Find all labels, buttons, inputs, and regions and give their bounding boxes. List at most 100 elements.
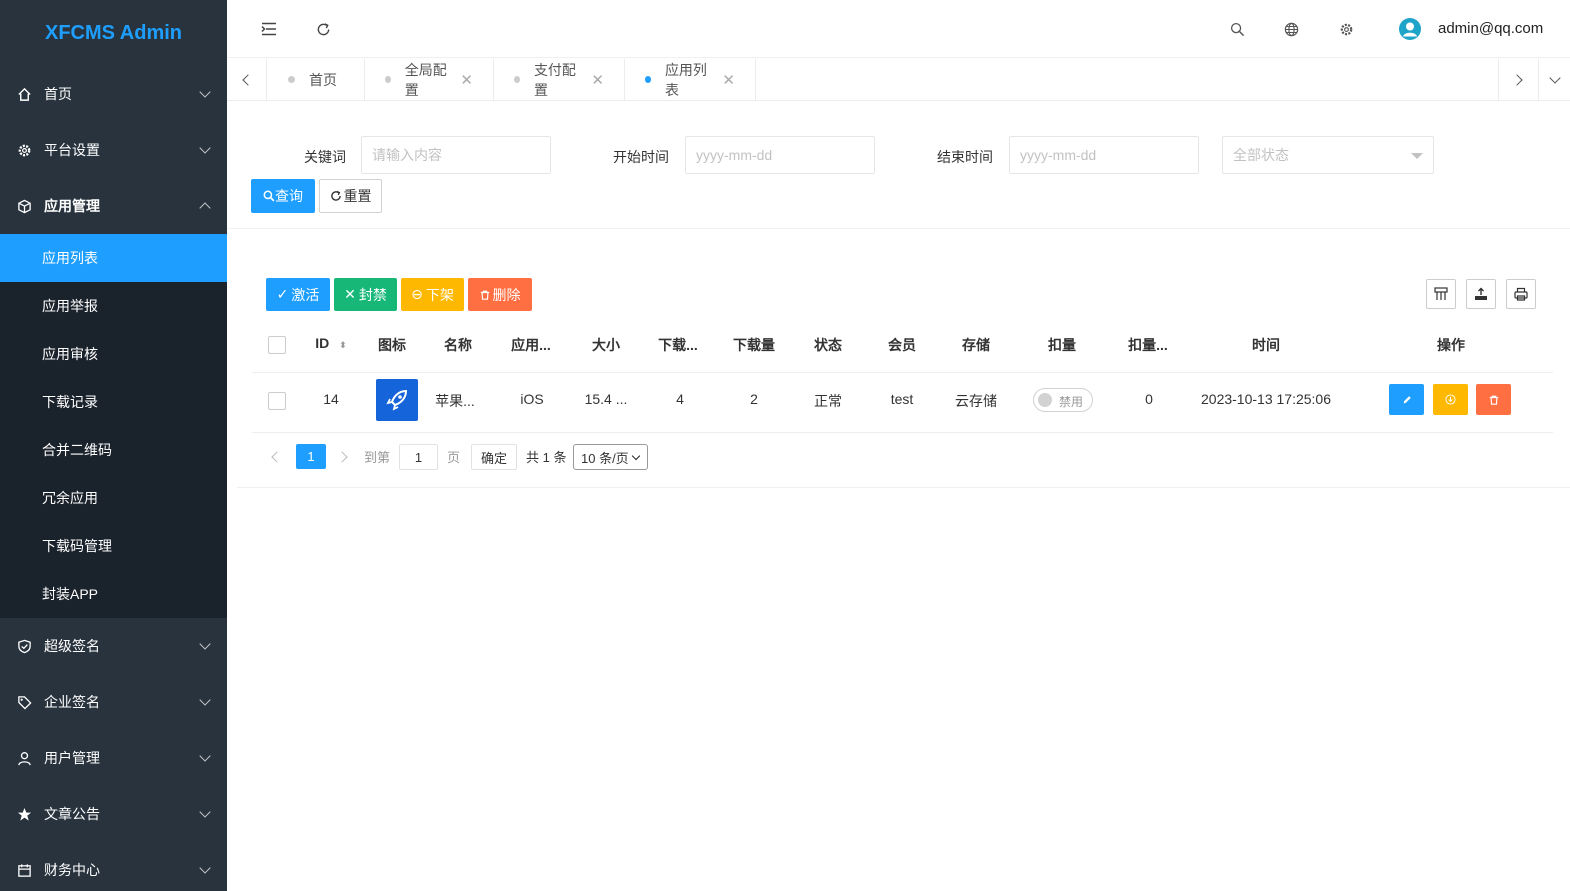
per-page-select[interactable]: 10 条/页 <box>573 444 648 470</box>
tag-icon <box>16 694 32 710</box>
sidebar-subitem-redundant-apps[interactable]: 冗余应用 <box>0 474 227 522</box>
sidebar-subitem-app-list[interactable]: 应用列表 <box>0 234 227 282</box>
sidebar-item-label: 首页 <box>44 86 72 102</box>
columns-filter-button[interactable] <box>1426 279 1456 309</box>
sidebar-item-enterprise-sign[interactable]: 企业签名 <box>0 674 227 730</box>
row-delete-button[interactable] <box>1476 384 1511 415</box>
status-select[interactable]: 全部状态 <box>1222 136 1434 174</box>
offline-button-label: 下架 <box>425 286 454 303</box>
avatar[interactable] <box>1399 18 1421 40</box>
gear-icon[interactable] <box>1336 19 1356 39</box>
keyword-input[interactable] <box>361 136 551 174</box>
start-date-input[interactable] <box>685 136 875 174</box>
sidebar-subitem-app-review[interactable]: 应用审核 <box>0 330 227 378</box>
per-page-value: 10 条/页 <box>581 450 629 466</box>
export-button[interactable] <box>1466 279 1496 309</box>
ban-button[interactable]: ✕ 封禁 <box>334 278 397 311</box>
chevron-down-icon <box>199 694 211 706</box>
tab-home[interactable]: 首页 <box>268 59 365 100</box>
cell-downloads: 2 <box>750 391 758 407</box>
cell-time: 2023-10-13 17:25:06 <box>1201 391 1331 407</box>
column-header-actions: 操作 <box>1437 337 1465 353</box>
chevron-down-icon <box>1548 71 1561 84</box>
globe-icon[interactable] <box>1281 19 1301 39</box>
tab-dot-icon <box>288 76 295 83</box>
select-all-checkbox[interactable] <box>268 336 286 354</box>
offline-button[interactable]: ⊖ 下架 <box>401 278 464 311</box>
sidebar-item-home[interactable]: 首页 <box>0 66 227 122</box>
sidebar-item-user-management[interactable]: 用户管理 <box>0 730 227 786</box>
goto-confirm-button[interactable]: 确定 <box>471 444 517 470</box>
gear-icon <box>16 142 32 158</box>
row-checkbox[interactable] <box>268 392 286 410</box>
end-time-label: 结束时间 <box>937 149 993 165</box>
sidebar-subitem-merge-qrcode[interactable]: 合并二维码 <box>0 426 227 474</box>
close-icon[interactable]: ✕ <box>460 71 473 89</box>
refresh-icon <box>330 190 341 201</box>
refresh-icon[interactable] <box>313 19 333 39</box>
tab-app-list[interactable]: 应用列表 ✕ <box>625 59 756 100</box>
sidebar-item-super-sign[interactable]: 超级签名 <box>0 618 227 674</box>
tab-label: 首页 <box>309 71 337 88</box>
goto-page-input[interactable]: 1 <box>399 444 438 470</box>
sidebar-subitem-package-app[interactable]: 封装APP <box>0 570 227 618</box>
keyword-label: 关键词 <box>304 149 346 165</box>
delete-button[interactable]: 删除 <box>468 278 532 311</box>
sidebar-item-app-management[interactable]: 应用管理 <box>0 178 227 234</box>
print-button[interactable] <box>1506 279 1536 309</box>
menu-toggle-icon[interactable] <box>259 19 279 39</box>
calendar-icon <box>16 862 32 878</box>
columns-icon <box>1434 287 1448 300</box>
prev-page-button[interactable] <box>270 444 283 469</box>
query-button[interactable]: 查询 <box>251 179 315 213</box>
tab-scroll-right-button[interactable] <box>1498 59 1538 100</box>
sidebar-item-articles[interactable]: 文章公告 <box>0 786 227 842</box>
close-icon: ✕ <box>344 286 356 302</box>
activate-button-label: 激活 <box>291 286 320 303</box>
print-icon <box>1514 287 1528 301</box>
next-page-button[interactable] <box>336 444 349 469</box>
tab-dot-icon <box>514 76 520 83</box>
chevron-left-icon <box>271 450 283 463</box>
page-number-current[interactable]: 1 <box>296 444 326 469</box>
deduct-toggle[interactable]: 禁用 <box>1033 388 1093 412</box>
column-header-deduct-count: 扣量... <box>1128 337 1168 353</box>
reset-button[interactable]: 重置 <box>319 179 382 213</box>
sort-icon[interactable]: ⬍ <box>339 340 347 350</box>
cell-name: 苹果... <box>435 393 475 409</box>
sidebar-item-label: 文章公告 <box>44 806 100 822</box>
edit-button[interactable] <box>1389 384 1424 415</box>
column-header-app-type: 应用... <box>511 337 551 353</box>
sidebar-item-platform-settings[interactable]: 平台设置 <box>0 122 227 178</box>
app-icon[interactable] <box>376 379 418 421</box>
cube-icon <box>16 198 32 214</box>
close-icon[interactable]: ✕ <box>591 71 604 89</box>
tab-payment-config[interactable]: 支付配置 ✕ <box>494 59 625 100</box>
sidebar-subitem-download-codes[interactable]: 下载码管理 <box>0 522 227 570</box>
export-icon <box>1475 287 1487 300</box>
end-date-input[interactable] <box>1009 136 1199 174</box>
app-logo: XFCMS Admin <box>0 0 227 66</box>
close-icon[interactable]: ✕ <box>722 71 735 89</box>
divider <box>237 487 1570 488</box>
sidebar-subitem-app-reports[interactable]: 应用举报 <box>0 282 227 330</box>
tab-scroll-left-button[interactable] <box>227 59 267 100</box>
sidebar-subitem-download-records[interactable]: 下载记录 <box>0 378 227 426</box>
divider <box>227 228 1570 229</box>
column-header-name: 名称 <box>444 337 472 353</box>
column-header-id[interactable]: ID ⬍ <box>306 335 356 351</box>
sidebar-item-finance[interactable]: 财务中心 <box>0 842 227 891</box>
sidebar: XFCMS Admin 首页 平台设置 应用管理 应用列表 应用举报 应用审核 … <box>0 0 227 891</box>
toggle-label: 禁用 <box>1059 395 1084 409</box>
search-icon[interactable] <box>1227 19 1247 39</box>
check-icon: ✓ <box>276 286 289 302</box>
home-icon <box>16 86 32 102</box>
divider <box>252 372 1553 373</box>
user-name[interactable]: admin@qq.com <box>1438 20 1543 37</box>
tab-global-config[interactable]: 全局配置 ✕ <box>365 59 494 100</box>
activate-button[interactable]: ✓ 激活 <box>266 278 330 311</box>
goto-label: 到第 <box>364 450 391 465</box>
cell-download-limit: 4 <box>676 391 684 407</box>
tab-menu-dropdown-button[interactable] <box>1538 59 1570 100</box>
download-button[interactable] <box>1433 384 1468 415</box>
